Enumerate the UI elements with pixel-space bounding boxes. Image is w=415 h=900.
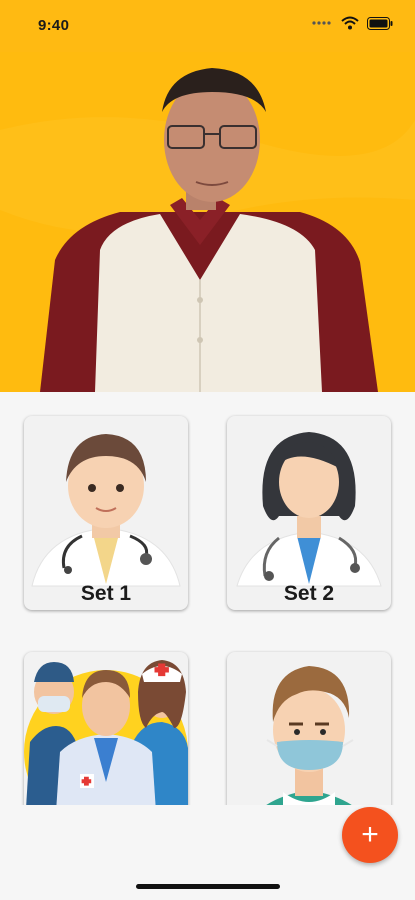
status-icons: [311, 16, 393, 30]
sets-grid: Set 1 Set 2: [0, 392, 415, 805]
wifi-icon: [341, 16, 359, 30]
set-card-4[interactable]: [227, 652, 391, 805]
male-doctor-illustration: [31, 434, 181, 587]
presenter-photo: [0, 0, 415, 392]
hero-banner: [0, 0, 415, 392]
masked-man-illustration: [266, 666, 354, 805]
status-bar: 9:40: [0, 0, 415, 52]
add-button[interactable]: +: [342, 807, 398, 863]
signal-dots-icon: [312, 21, 331, 25]
set-card-1[interactable]: Set 1: [24, 416, 188, 610]
female-doctor-illustration: [236, 432, 382, 587]
home-indicator[interactable]: [136, 884, 280, 889]
set-card-2[interactable]: Set 2: [227, 416, 391, 610]
battery-icon: [367, 16, 393, 30]
medical-team-illustration: [24, 660, 188, 805]
set-card-label: Set 2: [283, 582, 335, 605]
set-card-3[interactable]: [24, 652, 188, 805]
status-time: 9:40: [38, 17, 70, 34]
set-card-label: Set 1: [80, 582, 132, 605]
plus-icon: +: [361, 818, 379, 851]
